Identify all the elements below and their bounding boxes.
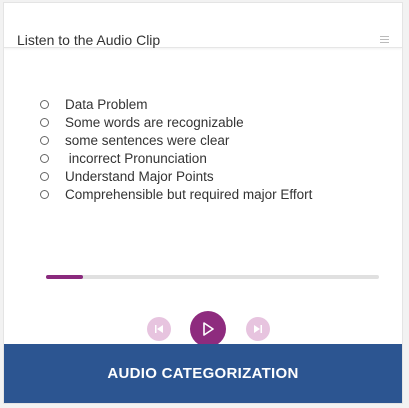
previous-button[interactable] xyxy=(147,317,171,341)
radio-button[interactable] xyxy=(40,153,49,163)
menu-icon[interactable] xyxy=(380,36,389,44)
option-item[interactable]: some sentences were clear xyxy=(40,131,312,149)
option-label: incorrect Pronunciation xyxy=(65,150,207,166)
option-item[interactable]: Some words are recognizable xyxy=(40,113,312,131)
option-item[interactable]: incorrect Pronunciation xyxy=(40,149,312,167)
answer-options: Data Problem Some words are recognizable… xyxy=(40,95,312,203)
audio-card: Listen to the Audio Clip Data Problem So… xyxy=(3,2,403,404)
option-label: Some words are recognizable xyxy=(65,114,244,130)
audio-progress-bar[interactable] xyxy=(46,275,379,279)
option-label: Comprehensible but required major Effort xyxy=(65,186,313,202)
next-icon xyxy=(254,325,262,333)
radio-button[interactable] xyxy=(40,171,49,181)
option-item[interactable]: Data Problem xyxy=(40,95,312,113)
progress-fill xyxy=(46,275,83,279)
previous-icon xyxy=(155,325,163,333)
card-header: Listen to the Audio Clip xyxy=(4,3,402,48)
radio-button[interactable] xyxy=(40,135,49,145)
radio-button[interactable] xyxy=(40,117,49,127)
next-button[interactable] xyxy=(246,317,270,341)
option-label: Understand Major Points xyxy=(65,168,214,184)
radio-button[interactable] xyxy=(40,189,49,199)
option-item[interactable]: Comprehensible but required major Effort xyxy=(40,185,312,203)
player-controls xyxy=(4,311,402,347)
banner-label: AUDIO CATEGORIZATION xyxy=(107,365,299,382)
option-label: some sentences were clear xyxy=(65,132,230,148)
option-label: Data Problem xyxy=(65,96,148,112)
card-title: Listen to the Audio Clip xyxy=(17,32,161,48)
radio-button[interactable] xyxy=(40,99,49,109)
category-banner: AUDIO CATEGORIZATION xyxy=(4,344,402,403)
option-item[interactable]: Understand Major Points xyxy=(40,167,312,185)
play-icon xyxy=(203,322,214,336)
play-button[interactable] xyxy=(190,311,226,347)
